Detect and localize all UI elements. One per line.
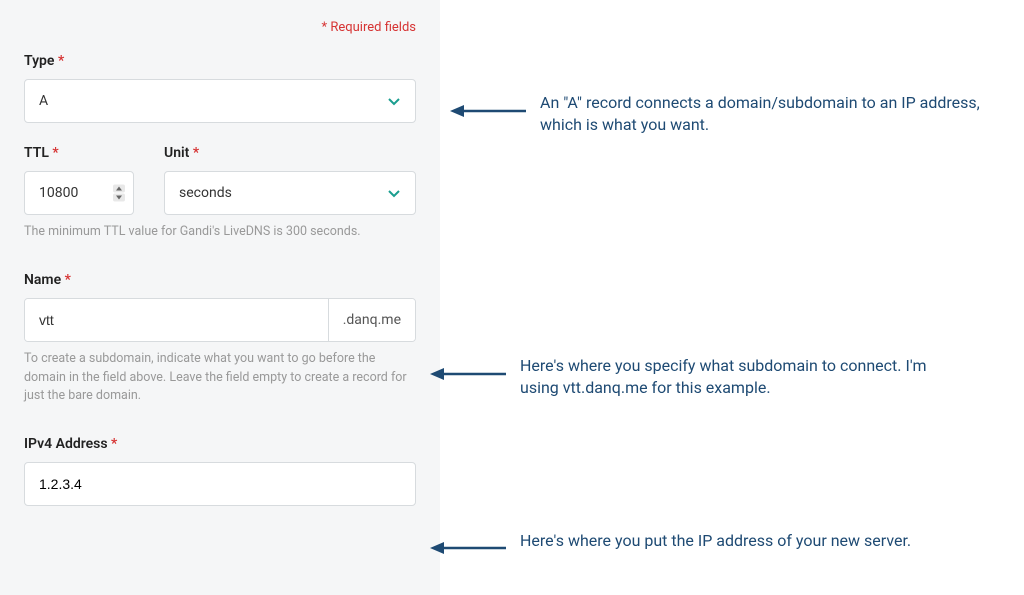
- ttl-unit-group: TTL * 10800 Uni: [24, 145, 416, 242]
- spinner-up-button[interactable]: [113, 185, 125, 193]
- ipv4-input[interactable]: [39, 463, 401, 505]
- ttl-label: TTL *: [24, 145, 134, 161]
- required-star-icon: *: [65, 272, 71, 288]
- ttl-hint: The minimum TTL value for Gandi's LiveDN…: [24, 223, 416, 242]
- arrow-icon: [448, 100, 528, 126]
- chevron-down-icon: [387, 94, 401, 108]
- name-input[interactable]: [25, 299, 328, 341]
- name-input-row: .danq.me: [24, 298, 416, 342]
- type-label: Type *: [24, 53, 416, 69]
- name-label: Name *: [24, 272, 416, 288]
- ttl-value: 10800: [39, 185, 78, 201]
- domain-suffix: .danq.me: [328, 299, 415, 341]
- required-star-icon: *: [52, 145, 58, 161]
- ttl-label-text: TTL: [24, 145, 49, 161]
- ipv4-field-group: IPv4 Address *: [24, 436, 416, 506]
- required-star-icon: *: [193, 145, 199, 161]
- chevron-down-icon: [387, 186, 401, 200]
- type-select[interactable]: A: [24, 79, 416, 123]
- name-hint: To create a subdomain, indicate what you…: [24, 350, 416, 406]
- dns-record-form: * Required fields Type * A TTL * 10800: [0, 0, 440, 595]
- type-field-group: Type * A: [24, 53, 416, 123]
- required-star-icon: *: [111, 436, 117, 452]
- unit-value: seconds: [179, 185, 232, 201]
- ttl-input[interactable]: 10800: [24, 171, 134, 215]
- arrow-icon: [428, 537, 508, 563]
- unit-col: Unit * seconds: [164, 145, 416, 215]
- ipv4-annotation: Here's where you put the IP address of y…: [520, 530, 960, 552]
- type-annotation: An "A" record connects a domain/subdomai…: [540, 92, 980, 137]
- unit-label-text: Unit: [164, 145, 189, 161]
- unit-label: Unit *: [164, 145, 416, 161]
- unit-select[interactable]: seconds: [164, 171, 416, 215]
- ipv4-label-text: IPv4 Address: [24, 436, 108, 452]
- ttl-col: TTL * 10800: [24, 145, 134, 215]
- spinner-down-button[interactable]: [113, 194, 125, 202]
- number-spinner: [113, 185, 125, 202]
- ipv4-input-wrap: [24, 462, 416, 506]
- type-value: A: [39, 93, 48, 109]
- name-label-text: Name: [24, 272, 61, 288]
- ipv4-label: IPv4 Address *: [24, 436, 416, 452]
- name-field-group: Name * .danq.me To create a subdomain, i…: [24, 272, 416, 406]
- required-star-icon: *: [58, 53, 64, 69]
- type-label-text: Type: [24, 53, 54, 69]
- required-fields-note: * Required fields: [24, 20, 416, 35]
- arrow-icon: [428, 363, 508, 389]
- name-annotation: Here's where you specify what subdomain …: [520, 355, 960, 400]
